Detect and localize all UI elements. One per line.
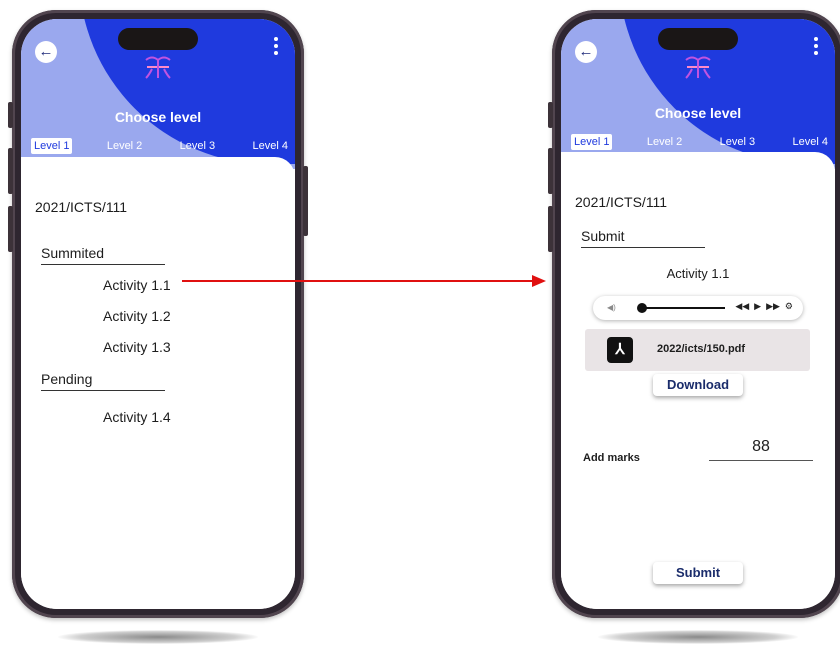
flow-arrow-head xyxy=(532,275,546,287)
flow-arrow xyxy=(182,275,546,287)
